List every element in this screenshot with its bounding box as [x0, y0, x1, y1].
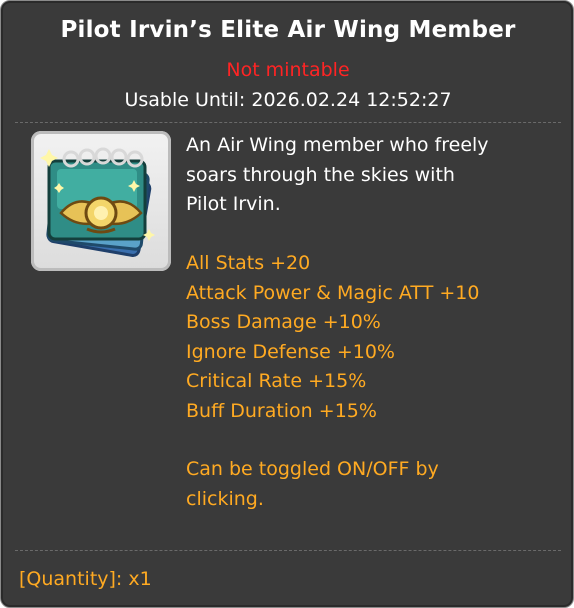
- usable-until: Usable Until: 2026.02.24 12:52:27: [124, 89, 452, 111]
- effect-critical-rate: Critical Rate +15%: [186, 370, 367, 392]
- effect-all-stats: All Stats +20: [186, 252, 311, 274]
- air-wing-badge-icon: [40, 147, 155, 257]
- divider-bottom: [15, 550, 561, 551]
- effect-boss-damage: Boss Damage +10%: [186, 311, 381, 333]
- quantity-label: [Quantity]: x1: [19, 568, 152, 590]
- item-tooltip: Pilot Irvin’s Elite Air Wing Member Not …: [0, 0, 574, 608]
- item-title: Pilot Irvin’s Elite Air Wing Member: [60, 17, 516, 43]
- item-icon-frame: [31, 131, 171, 271]
- mint-status: Not mintable: [226, 59, 350, 81]
- item-description: An Air Wing member who freely soars thro…: [186, 134, 489, 215]
- divider-top: [15, 122, 561, 123]
- effect-attack-power-magic-att: Attack Power & Magic ATT +10: [186, 281, 480, 304]
- toggle-note: Can be toggled ON/OFF by clicking.: [186, 458, 439, 510]
- effect-ignore-defense: Ignore Defense +10%: [186, 340, 395, 363]
- item-effects: All Stats +20 Attack Power & Magic ATT +…: [186, 249, 566, 426]
- effect-buff-duration: Buff Duration +15%: [186, 399, 377, 422]
